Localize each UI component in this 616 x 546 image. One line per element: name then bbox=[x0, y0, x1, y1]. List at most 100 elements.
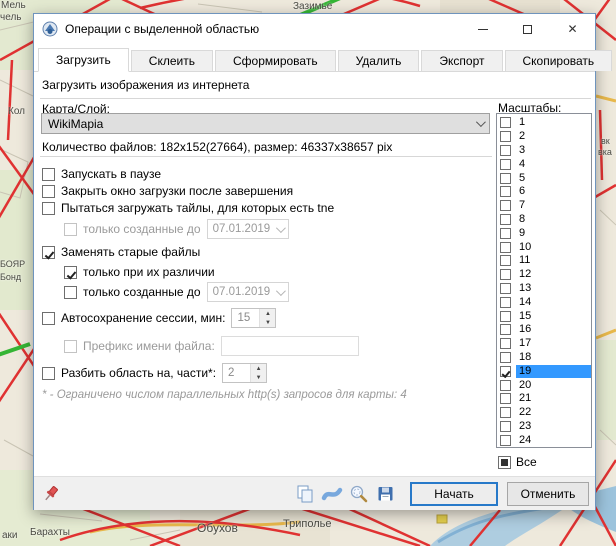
only-if-different-checkbox[interactable] bbox=[64, 266, 77, 279]
scale-checkbox-10[interactable] bbox=[500, 242, 511, 253]
map-layer-select[interactable]: WikiMapia bbox=[41, 113, 490, 134]
scale-row-9[interactable]: 9 bbox=[500, 226, 591, 240]
scale-checkbox-21[interactable] bbox=[500, 393, 511, 404]
scale-checkbox-14[interactable] bbox=[500, 297, 511, 308]
scale-row-20[interactable]: 20 bbox=[500, 378, 591, 392]
scale-row-15[interactable]: 15 bbox=[500, 309, 591, 323]
scale-row-1[interactable]: 1 bbox=[500, 116, 591, 130]
scale-row-10[interactable]: 10 bbox=[500, 240, 591, 254]
option-only-if-different[interactable]: только при их различии bbox=[64, 264, 215, 280]
autosave-checkbox[interactable] bbox=[42, 312, 55, 325]
map-label: аки bbox=[2, 530, 18, 541]
replace-date-select[interactable]: 07.01.2019 bbox=[207, 282, 290, 302]
scale-row-14[interactable]: 14 bbox=[500, 295, 591, 309]
option-start-paused[interactable]: Запускать в паузе bbox=[42, 166, 161, 182]
tab-export[interactable]: Экспорт bbox=[421, 50, 502, 71]
pin-button[interactable] bbox=[40, 482, 64, 506]
tne-date-select[interactable]: 07.01.2019 bbox=[207, 219, 290, 239]
scale-checkbox-23[interactable] bbox=[500, 421, 511, 432]
prefix-checkbox[interactable] bbox=[64, 340, 77, 353]
replace-old-checkbox[interactable] bbox=[42, 246, 55, 259]
prefix-input[interactable] bbox=[221, 336, 359, 356]
scale-row-23[interactable]: 23 bbox=[500, 420, 591, 434]
scale-checkbox-18[interactable] bbox=[500, 352, 511, 363]
close-icon: ✕ bbox=[567, 23, 577, 35]
scale-checkbox-9[interactable] bbox=[500, 228, 511, 239]
scale-row-19[interactable]: 19 bbox=[500, 364, 591, 378]
scale-row-24[interactable]: 24 bbox=[500, 433, 591, 447]
maximize-button[interactable] bbox=[505, 14, 550, 44]
autosave-spinner[interactable]: 15 ▲ ▼ bbox=[231, 308, 276, 328]
tab-stitch[interactable]: Склеить bbox=[131, 50, 213, 71]
scale-checkbox-11[interactable] bbox=[500, 255, 511, 266]
scale-row-17[interactable]: 17 bbox=[500, 337, 591, 351]
scale-checkbox-1[interactable] bbox=[500, 117, 511, 128]
start-button[interactable]: Начать bbox=[410, 482, 498, 506]
close-button[interactable]: ✕ bbox=[550, 14, 595, 44]
scale-row-8[interactable]: 8 bbox=[500, 213, 591, 227]
scale-checkbox-3[interactable] bbox=[500, 145, 511, 156]
copy-selection-button[interactable] bbox=[293, 482, 317, 506]
tab-download[interactable]: Загрузить bbox=[38, 48, 129, 72]
replace-only-before-checkbox[interactable] bbox=[64, 286, 77, 299]
scale-row-7[interactable]: 7 bbox=[500, 199, 591, 213]
scale-row-12[interactable]: 12 bbox=[500, 268, 591, 282]
scales-list[interactable]: 123456789101112131415161718192021222324 bbox=[496, 113, 592, 448]
close-when-done-checkbox[interactable] bbox=[42, 185, 55, 198]
scale-row-5[interactable]: 5 bbox=[500, 171, 591, 185]
scale-checkbox-5[interactable] bbox=[500, 173, 511, 184]
option-close-when-done[interactable]: Закрыть окно загрузки после завершения bbox=[42, 183, 293, 199]
option-replace-old[interactable]: Заменять старые файлы bbox=[42, 244, 200, 260]
scale-checkbox-20[interactable] bbox=[500, 380, 511, 391]
scale-checkbox-13[interactable] bbox=[500, 283, 511, 294]
scale-checkbox-4[interactable] bbox=[500, 159, 511, 170]
scale-checkbox-19[interactable] bbox=[500, 366, 511, 377]
scale-checkbox-17[interactable] bbox=[500, 338, 511, 349]
retry-tne-checkbox[interactable] bbox=[42, 202, 55, 215]
scale-checkbox-15[interactable] bbox=[500, 311, 511, 322]
scale-row-18[interactable]: 18 bbox=[500, 351, 591, 365]
scales-all-checkbox[interactable] bbox=[498, 456, 511, 469]
minimize-button[interactable] bbox=[460, 14, 505, 44]
tab-delete[interactable]: Удалить bbox=[338, 50, 420, 71]
tne-only-before-checkbox[interactable] bbox=[64, 223, 77, 236]
scale-checkbox-16[interactable] bbox=[500, 324, 511, 335]
titlebar[interactable]: Операции с выделенной областью ✕ bbox=[34, 14, 595, 44]
scale-checkbox-12[interactable] bbox=[500, 269, 511, 280]
scale-row-22[interactable]: 22 bbox=[500, 406, 591, 420]
cancel-button[interactable]: Отменить bbox=[507, 482, 589, 506]
scale-checkbox-2[interactable] bbox=[500, 131, 511, 142]
app-icon bbox=[42, 21, 58, 37]
option-autosave[interactable]: Автосохранение сессии, мин: 15 ▲ ▼ bbox=[42, 310, 276, 326]
split-spinner[interactable]: 2 ▲ ▼ bbox=[222, 363, 267, 383]
tab-copy[interactable]: Скопировать bbox=[505, 50, 613, 71]
option-replace-only-before[interactable]: только созданные до 07.01.2019 bbox=[64, 284, 289, 300]
scale-checkbox-6[interactable] bbox=[500, 186, 511, 197]
zoom-to-selection-button[interactable] bbox=[347, 482, 371, 506]
scale-row-21[interactable]: 21 bbox=[500, 392, 591, 406]
scale-checkbox-7[interactable] bbox=[500, 200, 511, 211]
option-split[interactable]: Разбить область на, части*: 2 ▲ ▼ bbox=[42, 365, 267, 381]
scale-row-13[interactable]: 13 bbox=[500, 282, 591, 296]
scales-all-row[interactable]: Все bbox=[498, 455, 537, 469]
scale-row-2[interactable]: 2 bbox=[500, 130, 591, 144]
start-paused-checkbox[interactable] bbox=[42, 168, 55, 181]
save-selection-button[interactable] bbox=[374, 482, 398, 506]
scale-row-16[interactable]: 16 bbox=[500, 323, 591, 337]
scale-checkbox-24[interactable] bbox=[500, 435, 511, 446]
scale-row-4[interactable]: 4 bbox=[500, 157, 591, 171]
spin-up-icon[interactable]: ▲ bbox=[251, 364, 266, 373]
scale-row-11[interactable]: 11 bbox=[500, 254, 591, 268]
tab-generate[interactable]: Сформировать bbox=[215, 50, 336, 71]
scale-row-3[interactable]: 3 bbox=[500, 144, 591, 158]
scale-row-6[interactable]: 6 bbox=[500, 185, 591, 199]
split-checkbox[interactable] bbox=[42, 367, 55, 380]
spin-down-icon[interactable]: ▼ bbox=[260, 318, 275, 327]
option-retry-tne[interactable]: Пытаться загружать тайлы, для которых ес… bbox=[42, 200, 334, 216]
selection-path-button[interactable] bbox=[320, 482, 344, 506]
spin-up-icon[interactable]: ▲ bbox=[260, 309, 275, 318]
scale-checkbox-8[interactable] bbox=[500, 214, 511, 225]
scale-number: 13 bbox=[516, 282, 534, 295]
spin-down-icon[interactable]: ▼ bbox=[251, 373, 266, 382]
scale-checkbox-22[interactable] bbox=[500, 407, 511, 418]
